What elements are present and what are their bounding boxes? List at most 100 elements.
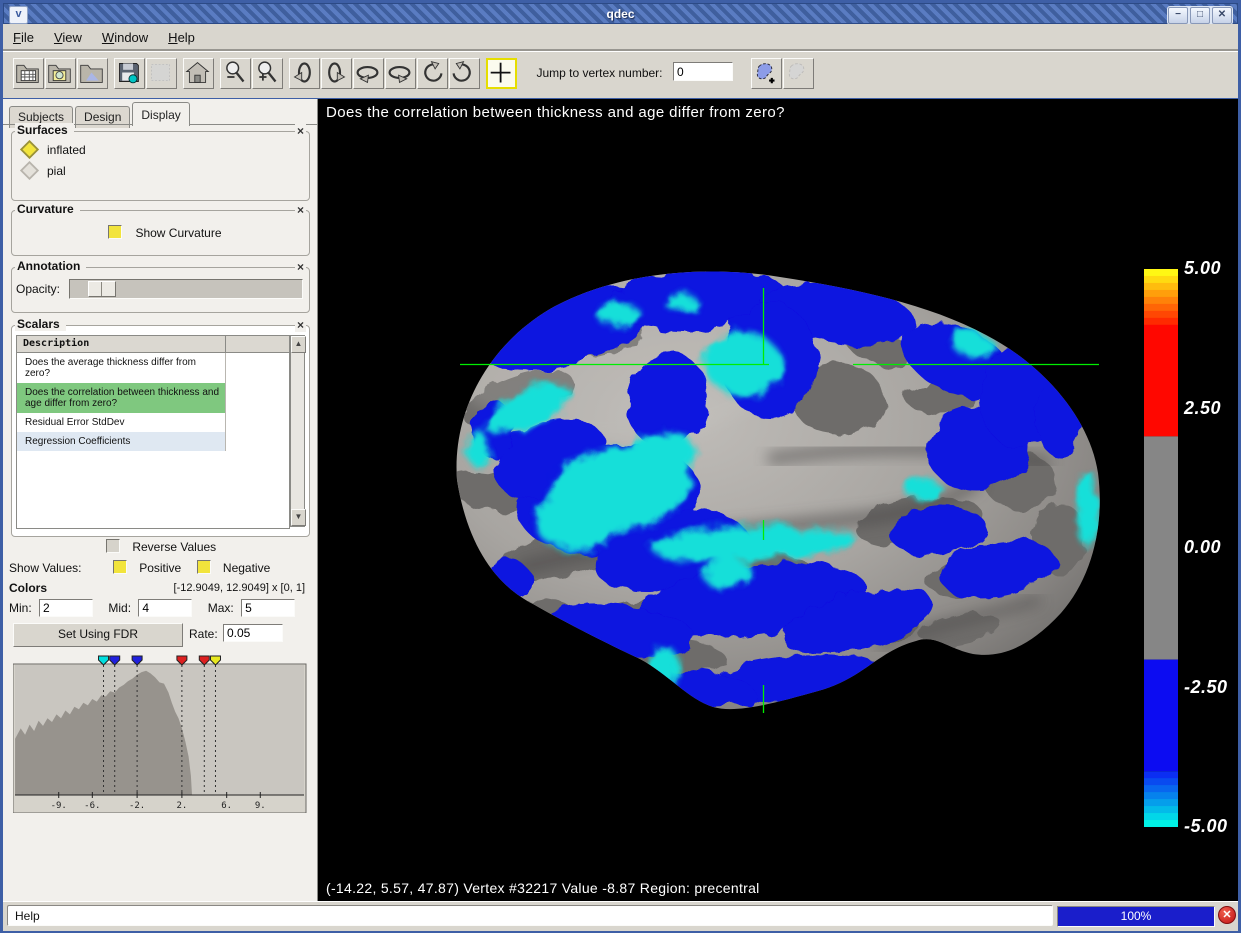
histogram-tick-label: -9. (51, 801, 67, 811)
colorbar-label: 2.50 (1184, 398, 1221, 419)
panel-tabs: SubjectsDesignDisplay (9, 102, 192, 124)
crosshair-icon (488, 60, 515, 87)
scalar-description: Residual Error StdDev (17, 413, 226, 432)
load-surface-button[interactable] (77, 58, 108, 89)
progress-bar: 100% (1057, 906, 1215, 927)
scalars-close-icon[interactable]: × (295, 318, 306, 332)
show-curvature-label: Show Curvature (135, 226, 221, 240)
curvature-title: Curvature (15, 202, 80, 216)
mid-label: Mid: (108, 601, 131, 615)
load-annotation-button[interactable] (45, 58, 76, 89)
scalar-row[interactable]: Does the average thickness differ from z… (17, 353, 289, 383)
annotation-close-icon[interactable]: × (295, 260, 306, 274)
surface-option-inflated[interactable]: inflated (22, 142, 86, 160)
negative-checkbox[interactable] (197, 560, 211, 574)
rotate-vertical-right-icon (322, 59, 349, 86)
tab-display[interactable]: Display (132, 102, 189, 126)
colorbar-label: 0.00 (1184, 537, 1221, 558)
close-button[interactable]: ✕ (1212, 7, 1232, 24)
scroll-up-icon[interactable]: ▲ (291, 336, 306, 353)
add-selection-button[interactable] (751, 58, 782, 89)
histogram-tick-label: -6. (84, 801, 100, 811)
minimize-button[interactable]: − (1168, 7, 1188, 24)
surface-option-pial[interactable]: pial (22, 163, 66, 181)
threshold-histogram[interactable]: -9.-6.-2.2.6.9. (13, 655, 307, 813)
rate-input[interactable] (223, 624, 283, 642)
save-icon (115, 59, 142, 86)
spin-cw-icon (450, 59, 477, 86)
mid-input[interactable] (138, 599, 192, 617)
viewport-status-text: (-14.22, 5.57, 47.87) Vertex #32217 Valu… (326, 880, 760, 896)
brain-surface[interactable] (318, 99, 1238, 901)
zoom-out-button[interactable] (220, 58, 251, 89)
reverse-values-checkbox[interactable] (106, 539, 120, 553)
scalar-row[interactable]: Does the correlation between thickness a… (17, 383, 289, 413)
menubar: FileViewWindowHelp (3, 24, 1238, 51)
histogram-tick-label: 2. (176, 801, 187, 811)
rotate-left-button[interactable] (353, 58, 384, 89)
opacity-label: Opacity: (16, 282, 60, 296)
radio-icon[interactable] (20, 140, 39, 159)
window-menu-icon[interactable]: v (9, 6, 28, 24)
scalar-row[interactable]: Regression Coefficients (17, 432, 289, 451)
rotate-down-button[interactable] (321, 58, 352, 89)
colors-row: Colors [-12.9049, 12.9049] x [0, 1] (9, 581, 311, 595)
show-curvature-row: Show Curvature (108, 224, 222, 242)
show-values-label: Show Values: (9, 561, 82, 575)
scalar-description: Does the correlation between thickness a… (17, 383, 226, 413)
pick-vertex-button[interactable] (486, 58, 517, 89)
empty-column-header (226, 336, 289, 352)
window-controls: −□✕ (1167, 6, 1233, 25)
min-input[interactable] (39, 599, 93, 617)
spin-ccw-button[interactable] (417, 58, 448, 89)
save-button[interactable] (114, 58, 145, 89)
curvature-close-icon[interactable]: × (295, 203, 306, 217)
folder-plain-icon (78, 59, 105, 86)
menu-view[interactable]: View (44, 24, 92, 50)
load-data-table-button[interactable] (13, 58, 44, 89)
description-column-header: Description (17, 336, 226, 352)
scalars-scrollbar[interactable]: ▲ ▼ (290, 335, 305, 527)
positive-checkbox[interactable] (113, 560, 127, 574)
rate-label: Rate: (189, 627, 218, 641)
rotate-right-button[interactable] (385, 58, 416, 89)
show-curvature-checkbox[interactable] (108, 225, 122, 239)
maximize-button[interactable]: □ (1190, 7, 1210, 24)
save-screenshot-button[interactable] (146, 58, 177, 89)
surfaces-close-icon[interactable]: × (295, 124, 306, 138)
scalar-description: Regression Coefficients (17, 432, 226, 451)
scalars-table: Description Does the average thickness d… (16, 335, 290, 529)
colors-range-text: [-12.9049, 12.9049] x [0, 1] (174, 582, 305, 594)
colorbar-label: -2.50 (1184, 677, 1228, 698)
jump-to-vertex-input[interactable] (673, 62, 733, 81)
surfaces-title: Surfaces (15, 123, 74, 137)
annotation-group: Annotation × Opacity: (11, 267, 310, 313)
scalar-description: Does the average thickness differ from z… (17, 353, 226, 383)
histogram-tick-label: 6. (221, 801, 232, 811)
show-values-row: Show Values: Positive Negative (9, 560, 270, 575)
radio-icon[interactable] (20, 161, 39, 180)
opacity-slider[interactable] (69, 279, 303, 299)
set-using-fdr-button[interactable]: Set Using FDR (13, 623, 183, 647)
menu-file[interactable]: File (3, 24, 44, 50)
spin-cw-button[interactable] (449, 58, 480, 89)
max-input[interactable] (241, 599, 295, 617)
scroll-down-icon[interactable]: ▼ (291, 509, 306, 526)
scalar-row[interactable]: Residual Error StdDev (17, 413, 289, 432)
magnifier-plus-icon (253, 59, 280, 86)
cancel-icon[interactable]: ✕ (1218, 906, 1236, 924)
min-label: Min: (9, 601, 32, 615)
menu-window[interactable]: Window (92, 24, 158, 50)
opacity-slider-handle[interactable] (88, 281, 116, 297)
clear-selection-button[interactable] (783, 58, 814, 89)
home-view-button[interactable] (183, 58, 214, 89)
zoom-in-button[interactable] (252, 58, 283, 89)
negative-label: Negative (223, 561, 270, 575)
rotate-up-button[interactable] (289, 58, 320, 89)
spin-ccw-icon (418, 59, 445, 86)
scalars-title: Scalars (15, 317, 66, 331)
menu-help[interactable]: Help (158, 24, 205, 50)
colorbar (1144, 269, 1178, 827)
titlebar[interactable]: v qdec −□✕ (3, 3, 1238, 24)
surface-viewport[interactable]: Does the correlation between thickness a… (317, 99, 1238, 901)
